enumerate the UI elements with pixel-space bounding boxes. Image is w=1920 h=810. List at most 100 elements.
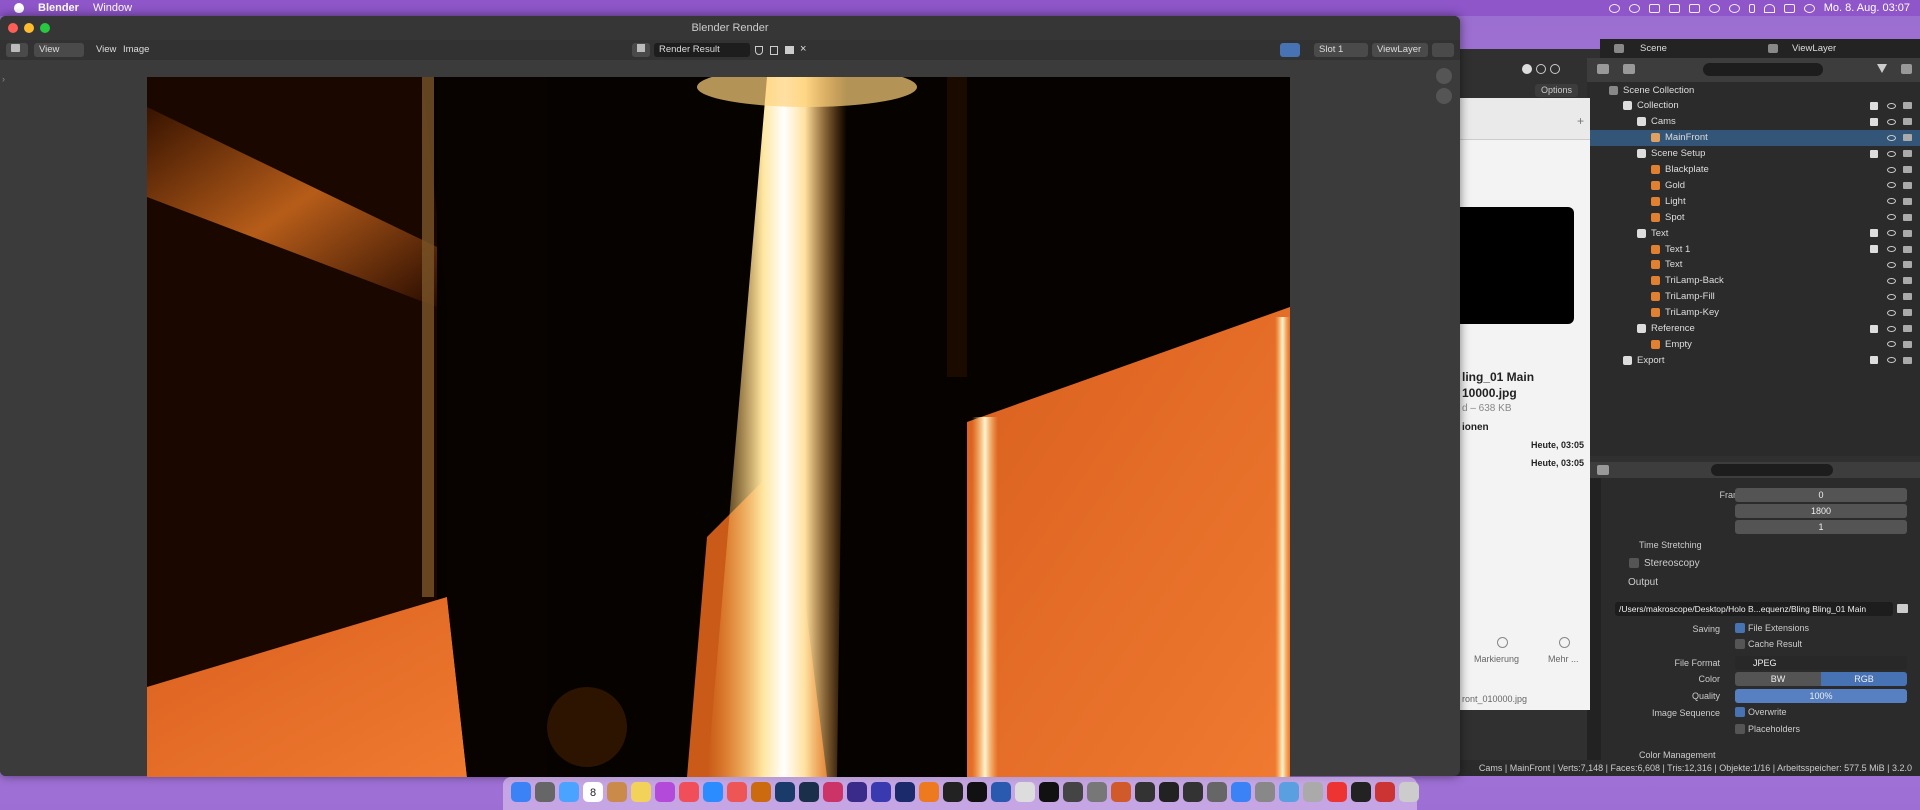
music-icon[interactable] [679,782,699,802]
outliner-row[interactable]: Scene Setup [1587,146,1920,162]
placeholders-checkbox[interactable] [1735,724,1745,734]
pen-icon[interactable] [1015,782,1035,802]
overwrite-checkbox[interactable] [1735,707,1745,717]
notes-icon[interactable] [631,782,651,802]
render-layer-dropdown[interactable]: ViewLayer [1372,43,1428,57]
eye-icon[interactable] [1887,182,1896,189]
eye-icon[interactable] [1887,357,1896,364]
apple-icon[interactable] [14,3,24,13]
more-icon[interactable] [1559,637,1570,648]
end-field[interactable]: 1800 [1735,504,1907,518]
close-button[interactable] [8,23,18,33]
scene-icon[interactable] [1614,44,1624,53]
display-mode-icon[interactable] [1623,64,1635,74]
camera-icon[interactable] [1903,118,1912,126]
photoshop-icon[interactable] [775,782,795,802]
app-icon[interactable] [1303,782,1323,802]
properties-search-input[interactable] [1711,464,1833,476]
exclude-checkbox[interactable] [1870,245,1878,253]
camera-icon[interactable] [1903,325,1912,332]
clock[interactable]: Mo. 8. Aug. 03:07 [1824,2,1910,14]
calendar-icon[interactable]: 8 [583,782,603,802]
sidebar-toggle-icon[interactable]: › [2,74,5,84]
outliner-row[interactable]: TriLamp-Back [1587,273,1920,289]
viewlayer-name[interactable]: ViewLayer [1792,43,1836,54]
filter-icon[interactable] [1877,64,1887,74]
shading-rendered-icon[interactable] [1550,64,1560,74]
illustrator-icon[interactable] [751,782,771,802]
markup-button[interactable]: Markierung [1474,654,1519,664]
app-store-icon[interactable] [703,782,723,802]
camera-icon[interactable] [1903,277,1912,285]
exclude-checkbox[interactable] [1870,324,1878,333]
view-mode-dropdown[interactable]: View [34,43,84,57]
display-channels-button[interactable] [1432,43,1454,57]
wifi-icon[interactable] [1763,3,1775,13]
finder-icon[interactable] [511,782,531,802]
contacts-icon[interactable] [607,782,627,802]
outliner-editor-icon[interactable] [1597,64,1609,74]
app-icon[interactable] [1279,782,1299,802]
outliner-row[interactable]: Cams [1587,114,1920,130]
more-button[interactable]: Mehr ... [1548,654,1579,664]
trash-icon[interactable] [1399,782,1419,802]
step-field[interactable]: 1 [1735,520,1907,534]
headphones-icon[interactable] [1728,3,1740,13]
eye-icon[interactable] [1887,277,1896,284]
properties-editor-icon[interactable] [1597,465,1609,475]
menu-blender[interactable]: Blender [38,2,79,14]
flag-icon[interactable] [1375,782,1395,802]
exclude-checkbox[interactable] [1870,229,1878,238]
eye-icon[interactable] [1887,325,1896,332]
overlay-toggle[interactable] [1280,43,1300,57]
eye-icon[interactable] [1887,309,1896,316]
outliner-row[interactable]: MainFront [1587,129,1920,146]
markup-icon[interactable] [1497,637,1508,648]
new-image-icon[interactable] [770,46,778,55]
bluetooth-icon[interactable] [1748,3,1755,13]
frame-start-field[interactable]: 0 [1735,488,1907,502]
screenshot-icon[interactable] [1159,782,1179,802]
exclude-checkbox[interactable] [1870,101,1878,110]
exclude-checkbox[interactable] [1870,149,1878,158]
app-icon[interactable] [1063,782,1083,802]
open-image-icon[interactable] [785,46,794,54]
podcasts-icon[interactable] [655,782,675,802]
camera-icon[interactable] [1903,134,1912,142]
image-browse-button[interactable] [632,43,650,57]
zoom-icon[interactable] [1436,68,1452,84]
scene-name[interactable]: Scene [1640,43,1667,54]
eye-icon[interactable] [1887,166,1896,173]
camera-icon[interactable] [1903,166,1912,173]
camera-icon[interactable] [1903,102,1912,110]
outliner-row[interactable]: Reference [1587,321,1920,337]
outliner-row[interactable]: Export [1587,352,1920,368]
app-icon[interactable] [1351,782,1371,802]
output-path-field[interactable]: /Users/makroscope/Desktop/Holo B...equen… [1615,602,1893,616]
calculator-icon[interactable] [1135,782,1155,802]
outliner-row[interactable]: Collection [1587,98,1920,114]
acrobat-icon[interactable] [1327,782,1347,802]
app-icon[interactable] [1183,782,1203,802]
outliner-row[interactable]: TriLamp-Key [1587,305,1920,321]
add-icon[interactable]: + [1577,114,1584,128]
camera-icon[interactable] [1903,245,1912,253]
siri-icon[interactable] [1803,3,1815,13]
outliner-row[interactable]: Text [1587,257,1920,273]
eye-icon[interactable] [1887,150,1896,157]
app-icon[interactable] [1207,782,1227,802]
file-extensions-checkbox[interactable] [1735,623,1745,633]
options-button[interactable]: Options [1535,84,1579,97]
image-name-field[interactable]: Render Result [654,43,750,57]
color-rgb-button[interactable]: RGB [1821,672,1907,686]
menu-image[interactable]: Image [123,44,149,55]
eye-icon[interactable] [1887,293,1896,300]
camera-icon[interactable] [1903,309,1912,317]
safari-icon[interactable] [559,782,579,802]
camera-icon[interactable] [1903,229,1912,237]
animate-icon[interactable] [895,782,915,802]
camera-icon[interactable] [1903,197,1912,205]
camera-icon[interactable] [1903,340,1912,348]
display-icon[interactable] [1668,3,1680,13]
volume-icon[interactable] [1648,3,1660,13]
